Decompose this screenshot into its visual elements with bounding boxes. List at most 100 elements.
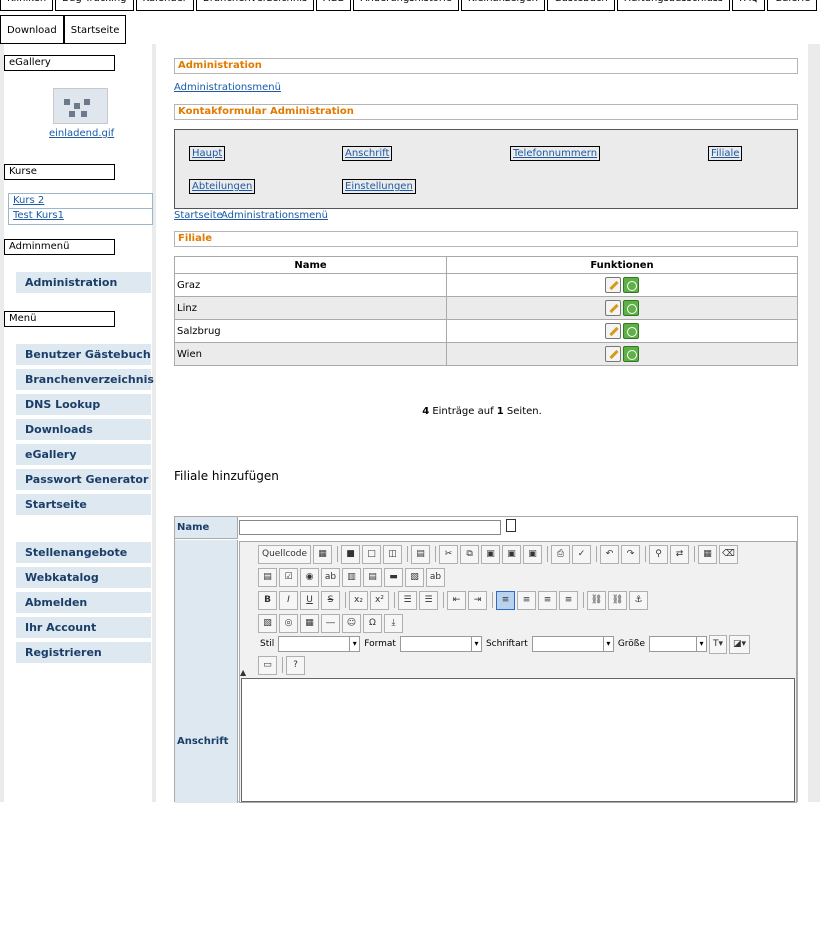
- textarea-icon[interactable]: ▥: [342, 567, 361, 587]
- delete-icon[interactable]: [623, 300, 639, 316]
- delete-icon[interactable]: [623, 277, 639, 293]
- sidebar-item-downloads[interactable]: Downloads: [16, 419, 151, 440]
- nav-tab-galerie[interactable]: Galerie: [767, 0, 818, 11]
- unlink-icon[interactable]: ⛓: [608, 590, 627, 610]
- table-icon[interactable]: ▦: [300, 613, 319, 633]
- redo-icon[interactable]: ↷: [621, 544, 641, 564]
- copy-icon[interactable]: ⧉: [460, 544, 480, 564]
- cut-icon[interactable]: ✂: [439, 544, 459, 564]
- haupt-button[interactable]: Haupt: [189, 146, 226, 161]
- admin-menu-link[interactable]: Administrationsmenü: [174, 82, 281, 93]
- style-select[interactable]: [278, 636, 361, 652]
- editor-content-area[interactable]: [241, 678, 795, 802]
- subscript-icon[interactable]: x₂: [349, 590, 368, 610]
- delete-icon[interactable]: [623, 323, 639, 339]
- text-color-icon[interactable]: T▾: [709, 634, 728, 654]
- button-field-icon[interactable]: ▬: [384, 567, 403, 587]
- size-select[interactable]: [649, 636, 708, 652]
- nav-tab-bug-tracking[interactable]: Bug Tracking: [55, 0, 134, 11]
- select-all-icon[interactable]: ▦: [698, 544, 718, 564]
- nav-tab-aenderungshistorie[interactable]: Änderungshistorie: [353, 0, 459, 11]
- edit-icon[interactable]: [605, 323, 621, 339]
- nav-tab-kliniken[interactable]: Kliniken: [0, 0, 54, 11]
- sidebar-item-passwort-generator[interactable]: Passwort Generator: [16, 469, 151, 490]
- sidebar-item-startseite[interactable]: Startseite: [16, 494, 151, 515]
- image-button-icon[interactable]: ▧: [405, 567, 424, 587]
- toolbar-collapse-icon[interactable]: ▲: [240, 668, 246, 677]
- hidden-field-icon[interactable]: ab: [426, 567, 445, 587]
- breadcrumb-startseite[interactable]: Startseite: [174, 210, 223, 221]
- abteilungen-button[interactable]: Abteilungen: [189, 179, 256, 194]
- sidebar-item-dns-lookup[interactable]: DNS Lookup: [16, 394, 151, 415]
- checkbox-icon[interactable]: ☑: [279, 567, 298, 587]
- filiale-button[interactable]: Filiale: [708, 146, 743, 161]
- help-icon[interactable]: ?: [286, 655, 305, 675]
- font-select[interactable]: [531, 636, 614, 652]
- numbered-list-icon[interactable]: ☰: [398, 590, 417, 610]
- smiley-icon[interactable]: ☺: [342, 613, 361, 633]
- show-blocks-icon[interactable]: ▭: [258, 655, 277, 675]
- radio-icon[interactable]: ◉: [300, 567, 319, 587]
- delete-icon[interactable]: [623, 346, 639, 362]
- strikethrough-icon[interactable]: S: [321, 590, 340, 610]
- align-center-icon[interactable]: ≡: [517, 590, 536, 610]
- nav-tab-agb[interactable]: AGB: [316, 0, 352, 11]
- sidebar-item-registrieren[interactable]: Registrieren: [16, 642, 151, 663]
- sidebar-item-benutzer-gaestebuch[interactable]: Benutzer Gästebuch: [16, 344, 151, 365]
- textfield-icon[interactable]: ab: [321, 567, 340, 587]
- form-icon[interactable]: ▤: [258, 567, 277, 587]
- paste-icon[interactable]: ▣: [481, 544, 501, 564]
- undo-icon[interactable]: ↶: [600, 544, 620, 564]
- source-button[interactable]: Quellcode: [258, 544, 312, 564]
- page-break-icon[interactable]: ⤓: [384, 613, 403, 633]
- sidebar-item-abmelden[interactable]: Abmelden: [16, 592, 151, 613]
- indent-icon[interactable]: ⇥: [468, 590, 487, 610]
- kurs-link[interactable]: Kurs 2: [9, 194, 152, 209]
- nav-tab-kalender[interactable]: Kalender: [135, 0, 194, 11]
- document-properties-icon[interactable]: ▤: [411, 544, 431, 564]
- kurs-link[interactable]: Test Kurs1: [9, 209, 152, 224]
- edit-icon[interactable]: [605, 277, 621, 293]
- breadcrumb-admin-menu[interactable]: Administrationsmenü: [221, 210, 328, 221]
- superscript-icon[interactable]: x²: [370, 590, 389, 610]
- sidebar-item-egallery[interactable]: eGallery: [16, 444, 151, 465]
- underline-icon[interactable]: U: [300, 590, 319, 610]
- nav-tab-kleinanzeigen[interactable]: Kleinanzeigen: [460, 0, 546, 11]
- align-left-icon[interactable]: ≡: [496, 590, 515, 610]
- align-right-icon[interactable]: ≡: [538, 590, 557, 610]
- italic-icon[interactable]: I: [279, 590, 298, 610]
- telefonnummern-button[interactable]: Telefonnummern: [510, 146, 601, 161]
- nav-tab-haftungsausschluss[interactable]: Haftungsausschluss: [616, 0, 731, 11]
- templates-icon[interactable]: ▦: [313, 544, 333, 564]
- anchor-icon[interactable]: ⚓: [629, 590, 648, 610]
- flash-icon[interactable]: ◎: [279, 613, 298, 633]
- horizontal-rule-icon[interactable]: ―: [321, 613, 340, 633]
- image-icon[interactable]: ▧: [258, 613, 277, 633]
- nav-tab-faq[interactable]: FAQ: [732, 0, 766, 11]
- nav-tab-download[interactable]: Download: [0, 15, 64, 44]
- nav-tab-startseite[interactable]: Startseite: [63, 15, 127, 44]
- einstellungen-button[interactable]: Einstellungen: [342, 179, 416, 194]
- sidebar-item-administration[interactable]: Administration: [16, 272, 151, 293]
- remove-format-icon[interactable]: ⌫: [719, 544, 739, 564]
- align-justify-icon[interactable]: ≡: [559, 590, 578, 610]
- thumbnail-link[interactable]: einladend.gif: [49, 128, 114, 139]
- find-icon[interactable]: ⚲: [649, 544, 669, 564]
- nav-tab-gaestebuch[interactable]: Gästebuch: [547, 0, 615, 11]
- outdent-icon[interactable]: ⇤: [447, 590, 466, 610]
- print-icon[interactable]: ⎙: [551, 544, 571, 564]
- new-page-icon[interactable]: □: [362, 544, 382, 564]
- sidebar-item-webkatalog[interactable]: Webkatalog: [16, 567, 151, 588]
- anschrift-button[interactable]: Anschrift: [342, 146, 393, 161]
- link-icon[interactable]: ⛓: [587, 590, 606, 610]
- bullet-list-icon[interactable]: ☰: [419, 590, 438, 610]
- paste-text-icon[interactable]: ▣: [502, 544, 522, 564]
- special-char-icon[interactable]: Ω: [363, 613, 382, 633]
- sidebar-item-stellenangebote[interactable]: Stellenangebote: [16, 542, 151, 563]
- paste-word-icon[interactable]: ▣: [523, 544, 543, 564]
- name-input[interactable]: [239, 520, 501, 535]
- sidebar-item-branchenverzeichnis[interactable]: Branchenverzeichnis: [16, 369, 154, 390]
- replace-icon[interactable]: ⇄: [670, 544, 690, 564]
- edit-icon[interactable]: [605, 346, 621, 362]
- preview-icon[interactable]: ◫: [383, 544, 403, 564]
